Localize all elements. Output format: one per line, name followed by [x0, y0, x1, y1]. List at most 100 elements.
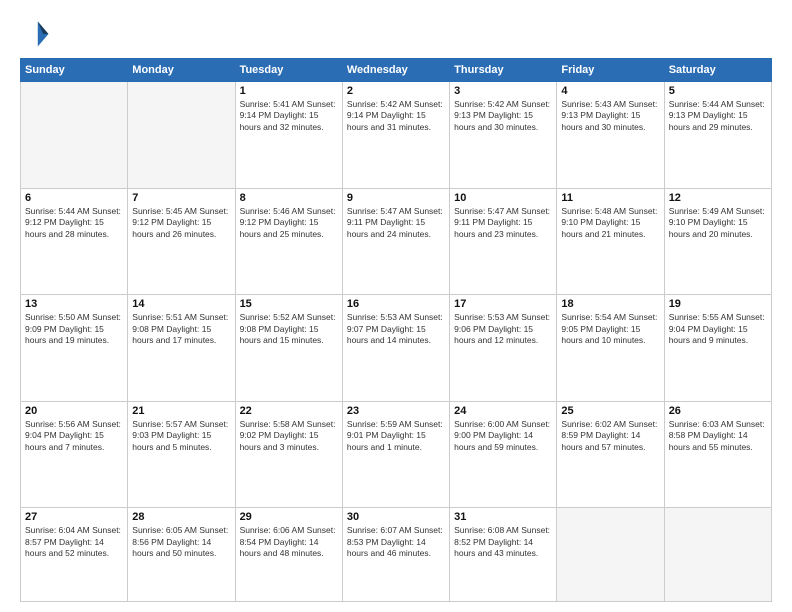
week-row-4: 20 Sunrise: 5:56 AM Sunset: 9:04 PM Dayli… [21, 401, 772, 508]
day-number: 21 [132, 405, 230, 417]
day-number: 4 [561, 85, 659, 97]
day-info: Sunrise: 5:59 AM Sunset: 9:01 PM Dayligh… [347, 419, 445, 453]
day-info: Sunrise: 5:57 AM Sunset: 9:03 PM Dayligh… [132, 419, 230, 453]
day-info: Sunrise: 6:07 AM Sunset: 8:53 PM Dayligh… [347, 525, 445, 559]
day-number: 10 [454, 192, 552, 204]
calendar-cell [664, 508, 771, 602]
calendar-cell: 29 Sunrise: 6:06 AM Sunset: 8:54 PM Dayli… [235, 508, 342, 602]
calendar-cell: 21 Sunrise: 5:57 AM Sunset: 9:03 PM Dayli… [128, 401, 235, 508]
day-number: 8 [240, 192, 338, 204]
day-info: Sunrise: 5:46 AM Sunset: 9:12 PM Dayligh… [240, 206, 338, 240]
day-number: 25 [561, 405, 659, 417]
calendar-cell: 19 Sunrise: 5:55 AM Sunset: 9:04 PM Dayli… [664, 295, 771, 402]
day-header-saturday: Saturday [664, 59, 771, 82]
calendar-cell: 16Sunrise: 5:53 AM Sunset: 9:07 PM Dayli… [342, 295, 449, 402]
calendar-cell: 13 Sunrise: 5:50 AM Sunset: 9:09 PM Dayli… [21, 295, 128, 402]
day-info: Sunrise: 6:05 AM Sunset: 8:56 PM Dayligh… [132, 525, 230, 559]
calendar-cell: 28 Sunrise: 6:05 AM Sunset: 8:56 PM Dayli… [128, 508, 235, 602]
logo-icon [20, 18, 52, 50]
calendar-cell: 17 Sunrise: 5:53 AM Sunset: 9:06 PM Dayli… [450, 295, 557, 402]
calendar-cell: 5 Sunrise: 5:44 AM Sunset: 9:13 PM Daylig… [664, 82, 771, 189]
day-info: Sunrise: 6:04 AM Sunset: 8:57 PM Dayligh… [25, 525, 123, 559]
day-info: Sunrise: 5:55 AM Sunset: 9:04 PM Dayligh… [669, 312, 767, 346]
day-info: Sunrise: 5:53 AM Sunset: 9:06 PM Dayligh… [454, 312, 552, 346]
day-info: Sunrise: 6:03 AM Sunset: 8:58 PM Dayligh… [669, 419, 767, 453]
calendar-cell: 30 Sunrise: 6:07 AM Sunset: 8:53 PM Dayli… [342, 508, 449, 602]
day-info: Sunrise: 5:47 AM Sunset: 9:11 PM Dayligh… [454, 206, 552, 240]
day-header-tuesday: Tuesday [235, 59, 342, 82]
day-info: Sunrise: 5:42 AM Sunset: 9:13 PM Dayligh… [454, 99, 552, 133]
day-number: 29 [240, 511, 338, 523]
day-info: Sunrise: 5:53 AM Sunset: 9:07 PM Dayligh… [347, 312, 445, 346]
calendar-cell [21, 82, 128, 189]
day-info: Sunrise: 5:58 AM Sunset: 9:02 PM Dayligh… [240, 419, 338, 453]
day-info: Sunrise: 5:47 AM Sunset: 9:11 PM Dayligh… [347, 206, 445, 240]
page: SundayMondayTuesdayWednesdayThursdayFrid… [0, 0, 792, 612]
calendar-cell: 6Sunrise: 5:44 AM Sunset: 9:12 PM Daylig… [21, 188, 128, 295]
day-number: 6 [25, 192, 123, 204]
day-number: 9 [347, 192, 445, 204]
day-header-thursday: Thursday [450, 59, 557, 82]
day-header-wednesday: Wednesday [342, 59, 449, 82]
day-number: 23 [347, 405, 445, 417]
logo [20, 18, 56, 50]
day-number: 13 [25, 298, 123, 310]
day-number: 31 [454, 511, 552, 523]
day-info: Sunrise: 5:41 AM Sunset: 9:14 PM Dayligh… [240, 99, 338, 133]
day-number: 27 [25, 511, 123, 523]
day-info: Sunrise: 5:52 AM Sunset: 9:08 PM Dayligh… [240, 312, 338, 346]
day-number: 19 [669, 298, 767, 310]
day-number: 30 [347, 511, 445, 523]
day-number: 24 [454, 405, 552, 417]
day-header-row: SundayMondayTuesdayWednesdayThursdayFrid… [21, 59, 772, 82]
week-row-3: 13 Sunrise: 5:50 AM Sunset: 9:09 PM Dayli… [21, 295, 772, 402]
day-info: Sunrise: 5:44 AM Sunset: 9:13 PM Dayligh… [669, 99, 767, 133]
day-info: Sunrise: 5:51 AM Sunset: 9:08 PM Dayligh… [132, 312, 230, 346]
day-info: Sunrise: 5:45 AM Sunset: 9:12 PM Dayligh… [132, 206, 230, 240]
day-info: Sunrise: 5:42 AM Sunset: 9:14 PM Dayligh… [347, 99, 445, 133]
day-number: 18 [561, 298, 659, 310]
header [20, 18, 772, 50]
calendar-cell [128, 82, 235, 189]
day-number: 28 [132, 511, 230, 523]
calendar-cell: 23 Sunrise: 5:59 AM Sunset: 9:01 PM Dayli… [342, 401, 449, 508]
calendar-cell: 2 Sunrise: 5:42 AM Sunset: 9:14 PM Daylig… [342, 82, 449, 189]
calendar-cell [557, 508, 664, 602]
calendar-cell: 25 Sunrise: 6:02 AM Sunset: 8:59 PM Dayli… [557, 401, 664, 508]
day-info: Sunrise: 6:00 AM Sunset: 9:00 PM Dayligh… [454, 419, 552, 453]
day-number: 20 [25, 405, 123, 417]
day-info: Sunrise: 5:54 AM Sunset: 9:05 PM Dayligh… [561, 312, 659, 346]
calendar-cell: 10 Sunrise: 5:47 AM Sunset: 9:11 PM Dayli… [450, 188, 557, 295]
calendar-cell: 31 Sunrise: 6:08 AM Sunset: 8:52 PM Dayli… [450, 508, 557, 602]
calendar-cell: 8 Sunrise: 5:46 AM Sunset: 9:12 PM Daylig… [235, 188, 342, 295]
calendar-cell: 7 Sunrise: 5:45 AM Sunset: 9:12 PM Daylig… [128, 188, 235, 295]
day-number: 17 [454, 298, 552, 310]
calendar-table: SundayMondayTuesdayWednesdayThursdayFrid… [20, 58, 772, 602]
day-number: 15 [240, 298, 338, 310]
day-info: Sunrise: 5:56 AM Sunset: 9:04 PM Dayligh… [25, 419, 123, 453]
calendar-cell: 15 Sunrise: 5:52 AM Sunset: 9:08 PM Dayli… [235, 295, 342, 402]
day-info: Sunrise: 5:50 AM Sunset: 9:09 PM Dayligh… [25, 312, 123, 346]
day-info: Sunrise: 6:08 AM Sunset: 8:52 PM Dayligh… [454, 525, 552, 559]
day-info: Sunrise: 5:43 AM Sunset: 9:13 PM Dayligh… [561, 99, 659, 133]
day-number: 3 [454, 85, 552, 97]
day-info: Sunrise: 5:48 AM Sunset: 9:10 PM Dayligh… [561, 206, 659, 240]
calendar-cell: 1Sunrise: 5:41 AM Sunset: 9:14 PM Daylig… [235, 82, 342, 189]
day-number: 5 [669, 85, 767, 97]
day-number: 11 [561, 192, 659, 204]
calendar-cell: 26Sunrise: 6:03 AM Sunset: 8:58 PM Dayli… [664, 401, 771, 508]
calendar-cell: 22Sunrise: 5:58 AM Sunset: 9:02 PM Dayli… [235, 401, 342, 508]
week-row-2: 6Sunrise: 5:44 AM Sunset: 9:12 PM Daylig… [21, 188, 772, 295]
day-number: 2 [347, 85, 445, 97]
day-info: Sunrise: 6:02 AM Sunset: 8:59 PM Dayligh… [561, 419, 659, 453]
week-row-1: 1Sunrise: 5:41 AM Sunset: 9:14 PM Daylig… [21, 82, 772, 189]
day-header-sunday: Sunday [21, 59, 128, 82]
day-info: Sunrise: 6:06 AM Sunset: 8:54 PM Dayligh… [240, 525, 338, 559]
calendar-cell: 27 Sunrise: 6:04 AM Sunset: 8:57 PM Dayli… [21, 508, 128, 602]
calendar-cell: 20 Sunrise: 5:56 AM Sunset: 9:04 PM Dayli… [21, 401, 128, 508]
calendar-cell: 9 Sunrise: 5:47 AM Sunset: 9:11 PM Daylig… [342, 188, 449, 295]
day-number: 7 [132, 192, 230, 204]
day-header-monday: Monday [128, 59, 235, 82]
day-info: Sunrise: 5:49 AM Sunset: 9:10 PM Dayligh… [669, 206, 767, 240]
calendar-cell: 18 Sunrise: 5:54 AM Sunset: 9:05 PM Dayli… [557, 295, 664, 402]
